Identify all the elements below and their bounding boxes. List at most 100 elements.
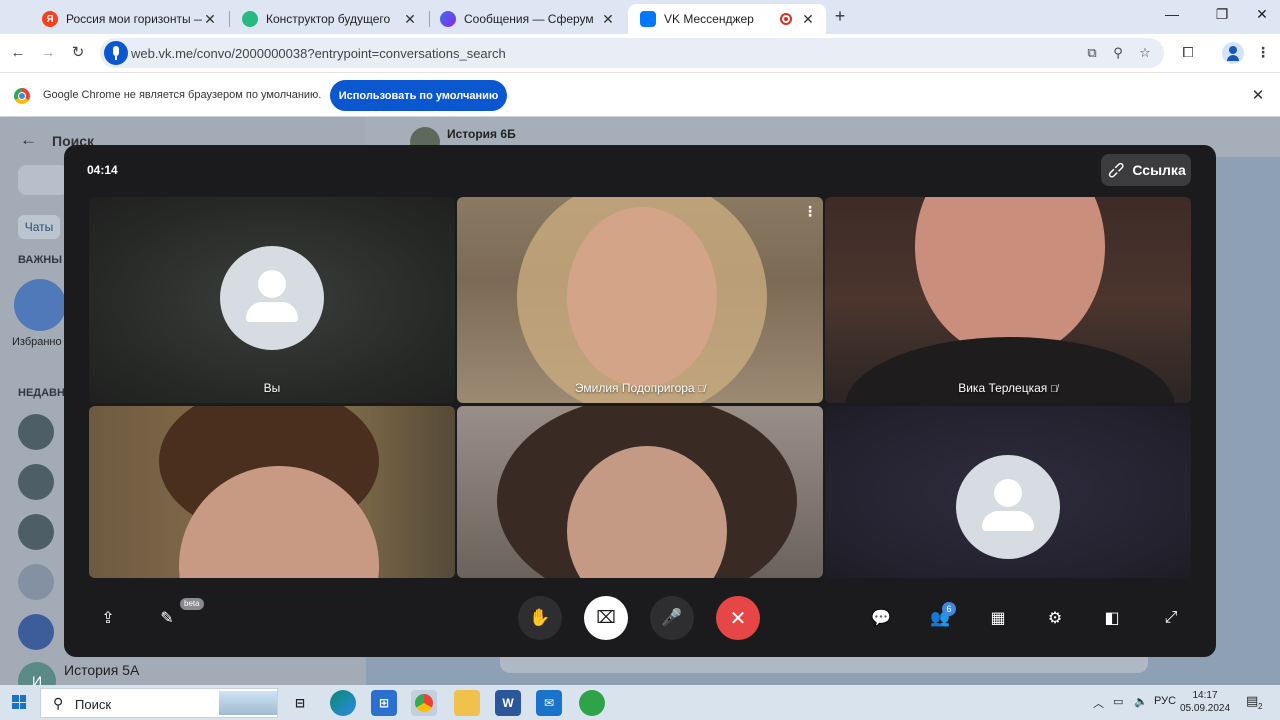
close-tab-icon[interactable]: ✕ (800, 11, 816, 28)
browser-toolbar: ← → ↻ web.vk.me/convo/2000000038?entrypo… (0, 34, 1280, 72)
camera-off-icon: ⌧ (596, 608, 616, 627)
favorites-avatar[interactable] (14, 279, 66, 331)
call-link-button[interactable]: ⊂⊃ Ссылка (1101, 154, 1191, 186)
effects-icon[interactable]: ✎ (153, 604, 181, 632)
microphone-icon: 🎤 (661, 608, 683, 627)
chrome-taskbar-icon[interactable] (411, 690, 437, 716)
file-explorer-icon[interactable] (454, 690, 480, 716)
store-icon[interactable]: ⊞ (371, 690, 397, 716)
maximize-icon[interactable]: ❐ (1212, 6, 1232, 23)
screen-share-icon[interactable]: ⇪ (94, 604, 122, 632)
close-icon: ✕ (729, 607, 747, 630)
layout-grid-icon[interactable]: ▦ (984, 604, 1012, 632)
call-link-label: Ссылка (1132, 162, 1186, 178)
taskbar-search-placeholder: Поиск (75, 697, 112, 712)
chat-avatar[interactable] (18, 464, 54, 500)
tab-konstruktor[interactable]: Конструктор будущего ✕ (230, 4, 428, 34)
settings-gear-icon[interactable]: ⚙ (1041, 604, 1069, 632)
important-section-label: ВАЖНЫ (18, 254, 62, 266)
video-face-shape (567, 207, 717, 387)
chrome-icon (14, 88, 30, 104)
zoom-icon[interactable]: ⚲ (1110, 45, 1126, 61)
participant-tile-no-video[interactable] (825, 406, 1191, 578)
close-infobar-icon[interactable]: ✕ (1250, 86, 1266, 104)
taskbar-search-box[interactable]: ⚲ Поиск (40, 688, 278, 718)
tab-title: Конструктор будущего (266, 12, 391, 26)
fullscreen-icon[interactable]: ⤢ (1157, 604, 1185, 632)
participant-tile-video[interactable] (89, 406, 455, 578)
sferum-icon (440, 11, 456, 27)
minimize-icon[interactable]: — (1162, 6, 1182, 22)
microphone-button[interactable]: 🎤 (650, 596, 694, 640)
link-icon: ⊂⊃ (1104, 157, 1129, 183)
language-indicator[interactable]: РУС (1154, 695, 1176, 707)
participant-tile-video[interactable]: Вика Терлецкая 🎙̸ (825, 197, 1191, 403)
windows-start-icon[interactable] (12, 695, 26, 709)
tab-sferum[interactable]: Сообщения — Сферум ✕ (428, 4, 626, 34)
close-window-icon[interactable]: ✕ (1252, 6, 1272, 23)
chat-icon[interactable]: 💬 (867, 604, 895, 632)
participant-name: Вика Терлецкая 🎙̸ (825, 381, 1191, 395)
cast-icon[interactable]: ⧉ (1084, 45, 1100, 61)
tray-overflow-icon[interactable]: ︿ (1093, 695, 1104, 711)
close-tab-icon[interactable]: ✕ (600, 11, 616, 28)
back-icon[interactable]: ← (8, 43, 28, 63)
camera-off-button[interactable]: ⌧ (584, 596, 628, 640)
set-default-button[interactable]: Использовать по умолчанию (330, 80, 507, 111)
participant-tile-self[interactable]: Вы (89, 197, 455, 403)
clock-date: 05.09.2024 (1180, 703, 1231, 714)
address-bar[interactable]: web.vk.me/convo/2000000038?entrypoint=co… (100, 38, 1164, 68)
new-tab-button[interactable]: + (830, 6, 850, 28)
clock-time: 14:17 (1192, 690, 1218, 701)
favorites-label: Избранно (12, 336, 62, 348)
network-icon[interactable]: ▭ (1113, 695, 1123, 708)
profile-avatar[interactable] (1222, 42, 1244, 64)
yandex-icon: Я (42, 11, 58, 27)
participant-tile-video[interactable] (457, 406, 823, 578)
raise-hand-button[interactable]: ✋ (518, 596, 562, 640)
chat-avatar[interactable] (18, 514, 54, 550)
minimize-call-icon[interactable]: ◧ (1098, 604, 1126, 632)
chat-avatar[interactable] (18, 614, 54, 650)
notification-center-icon[interactable]: ▤ (1246, 693, 1258, 709)
edge-icon[interactable] (330, 690, 356, 716)
recent-section-label: НЕДАВН (18, 387, 65, 399)
word-icon[interactable]: W (495, 690, 521, 716)
more-options-icon[interactable]: ⋮ (803, 204, 817, 218)
end-call-button[interactable]: ✕ (716, 596, 760, 640)
recording-icon (780, 13, 792, 25)
extensions-icon[interactable]: ⧠ (1179, 44, 1197, 61)
task-view-icon[interactable]: ⊟ (287, 690, 313, 716)
chat-avatar[interactable] (18, 564, 54, 600)
close-tab-icon[interactable]: ✕ (202, 11, 218, 28)
conversation-search-input[interactable] (18, 165, 68, 195)
windows-taskbar: ⚲ Поиск ⊟ ⊞ W ✉ ︿ ▭ 🔈 РУС 14:17 05.09.20… (0, 685, 1280, 720)
participant-name: Эмилия Подопригора 🎙̸ (457, 381, 823, 395)
tab-rossiya[interactable]: Я Россия мои горизонты — Янд ✕ (30, 4, 228, 34)
close-tab-icon[interactable]: ✕ (402, 11, 418, 28)
microphone-access-icon[interactable] (104, 41, 128, 65)
menu-kebab-icon[interactable]: ⋮ (1254, 44, 1272, 61)
bookmark-star-icon[interactable]: ☆ (1137, 45, 1153, 61)
default-avatar-icon (220, 246, 324, 350)
notification-count: 2 (1258, 702, 1263, 711)
utorrent-icon[interactable] (579, 690, 605, 716)
url-text[interactable]: web.vk.me/convo/2000000038?entrypoint=co… (131, 46, 506, 61)
tab-title: Россия мои горизонты — Янд (66, 12, 202, 26)
tab-vk-messenger[interactable]: VK Мессенджер ✕ (628, 4, 826, 34)
back-arrow-icon[interactable]: ← (20, 130, 37, 150)
chat-avatar[interactable] (18, 414, 54, 450)
chrome-icon (415, 694, 433, 712)
volume-icon[interactable]: 🔈 (1134, 695, 1148, 708)
konstruktor-icon (242, 11, 258, 27)
reload-icon[interactable]: ↻ (68, 43, 88, 63)
system-clock[interactable]: 14:17 05.09.2024 (1180, 689, 1230, 715)
search-highlight-image (219, 691, 277, 715)
chat-name[interactable]: История 5А (64, 662, 139, 678)
tab-title: VK Мессенджер (664, 12, 754, 26)
forward-icon[interactable]: → (38, 43, 58, 63)
infobar-message: Google Chrome не является браузером по у… (43, 89, 322, 101)
mail-icon[interactable]: ✉ (536, 690, 562, 716)
tab-chats[interactable]: Чаты (18, 215, 60, 239)
participant-tile-video[interactable]: ⋮ Эмилия Подопригора 🎙̸ (457, 197, 823, 403)
